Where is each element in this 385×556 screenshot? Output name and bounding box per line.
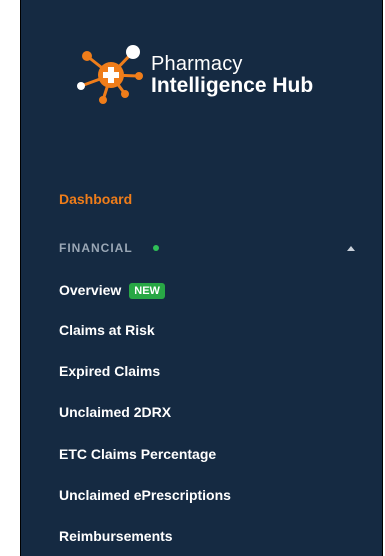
nav-item-claims-at-risk[interactable]: Claims at Risk bbox=[59, 322, 155, 338]
nav-item-overview[interactable]: Overview NEW bbox=[59, 282, 165, 299]
logo-text: Pharmacy Intelligence Hub bbox=[151, 54, 313, 98]
nav-item-expired-claims[interactable]: Expired Claims bbox=[59, 363, 160, 379]
molecule-logo-icon bbox=[77, 45, 143, 104]
section-title: FINANCIAL bbox=[59, 241, 133, 255]
caret-up-icon bbox=[347, 246, 355, 251]
nav-item-unclaimed-eprescriptions[interactable]: Unclaimed ePrescriptions bbox=[59, 487, 231, 503]
logo-title-line2: Intelligence Hub bbox=[151, 74, 314, 97]
app-logo[interactable]: Pharmacy Intelligence Hub bbox=[67, 38, 367, 108]
sidebar: Pharmacy Intelligence Hub Dashboard FINA… bbox=[20, 0, 383, 556]
logo-title-line1: Pharmacy bbox=[151, 53, 243, 75]
new-badge: NEW bbox=[129, 283, 165, 299]
nav-dashboard-link[interactable]: Dashboard bbox=[59, 191, 132, 207]
financial-section-toggle[interactable]: FINANCIAL bbox=[59, 238, 355, 258]
nav-item-etc-claims-percentage[interactable]: ETC Claims Percentage bbox=[59, 446, 216, 462]
nav-item-label: Overview bbox=[59, 282, 122, 298]
nav-item-unclaimed-2drx[interactable]: Unclaimed 2DRX bbox=[59, 404, 171, 420]
nav-item-reimbursements[interactable]: Reimbursements bbox=[59, 528, 173, 544]
status-dot bbox=[153, 245, 159, 251]
